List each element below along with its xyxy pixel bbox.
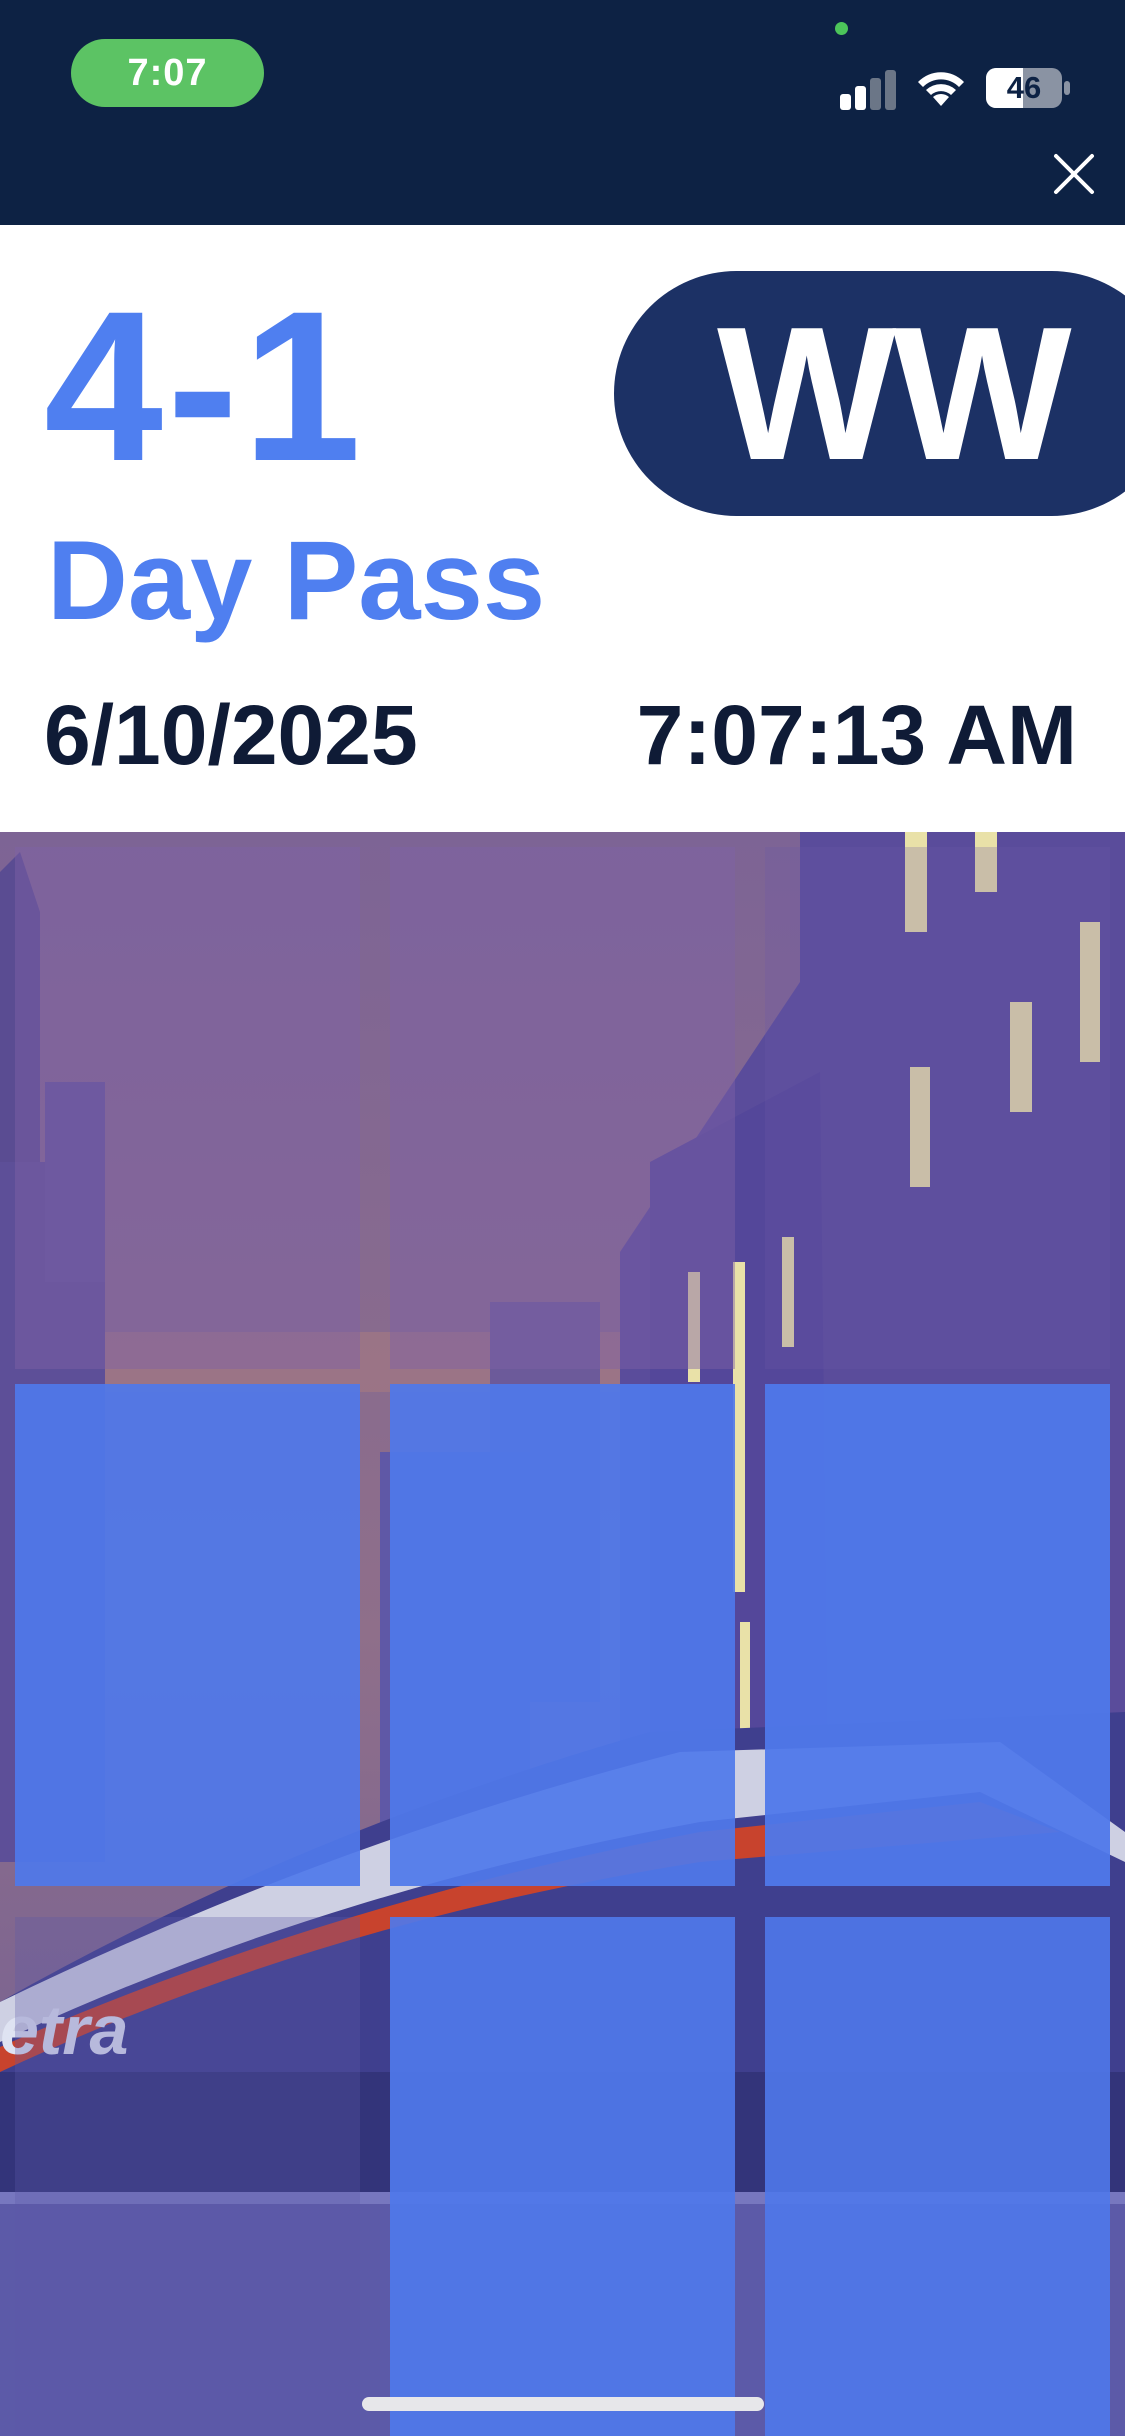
grid-tile [390,847,735,1369]
validation-tile-grid [0,832,1125,2436]
ticket-date: 6/10/2025 [44,688,418,782]
grid-tile [765,1384,1110,1886]
battery-level: 46 [1006,70,1042,105]
grid-tile [15,1384,360,1886]
ticket-header: 4-1 Day Pass 6/10/2025 7:07:13 AM WW [0,225,1125,832]
wifi-icon [918,72,964,106]
cellular-signal-icon [840,70,898,110]
top-bar: 7:07 46 [0,0,1125,225]
ticket-animation-scene: etra [0,832,1125,2436]
battery-icon: 46 [985,67,1071,109]
grid-tile [390,1917,735,2436]
ticket-pass-type: Day Pass [47,518,546,643]
camera-indicator-icon [835,22,848,35]
grid-tile [765,1917,1110,2436]
status-time-pill: 7:07 [71,39,264,107]
ticket-live-clock: 7:07:13 AM [636,688,1077,782]
grid-tile [390,1384,735,1886]
grid-tile [15,1917,360,2436]
route-code: WW [717,287,1072,500]
close-icon[interactable] [1048,148,1100,200]
route-code-badge: WW [614,271,1125,516]
ticket-zone: 4-1 [44,267,366,506]
grid-tile [765,847,1110,1369]
grid-tile [15,847,360,1369]
home-indicator[interactable] [362,2397,764,2411]
status-time: 7:07 [127,51,208,94]
